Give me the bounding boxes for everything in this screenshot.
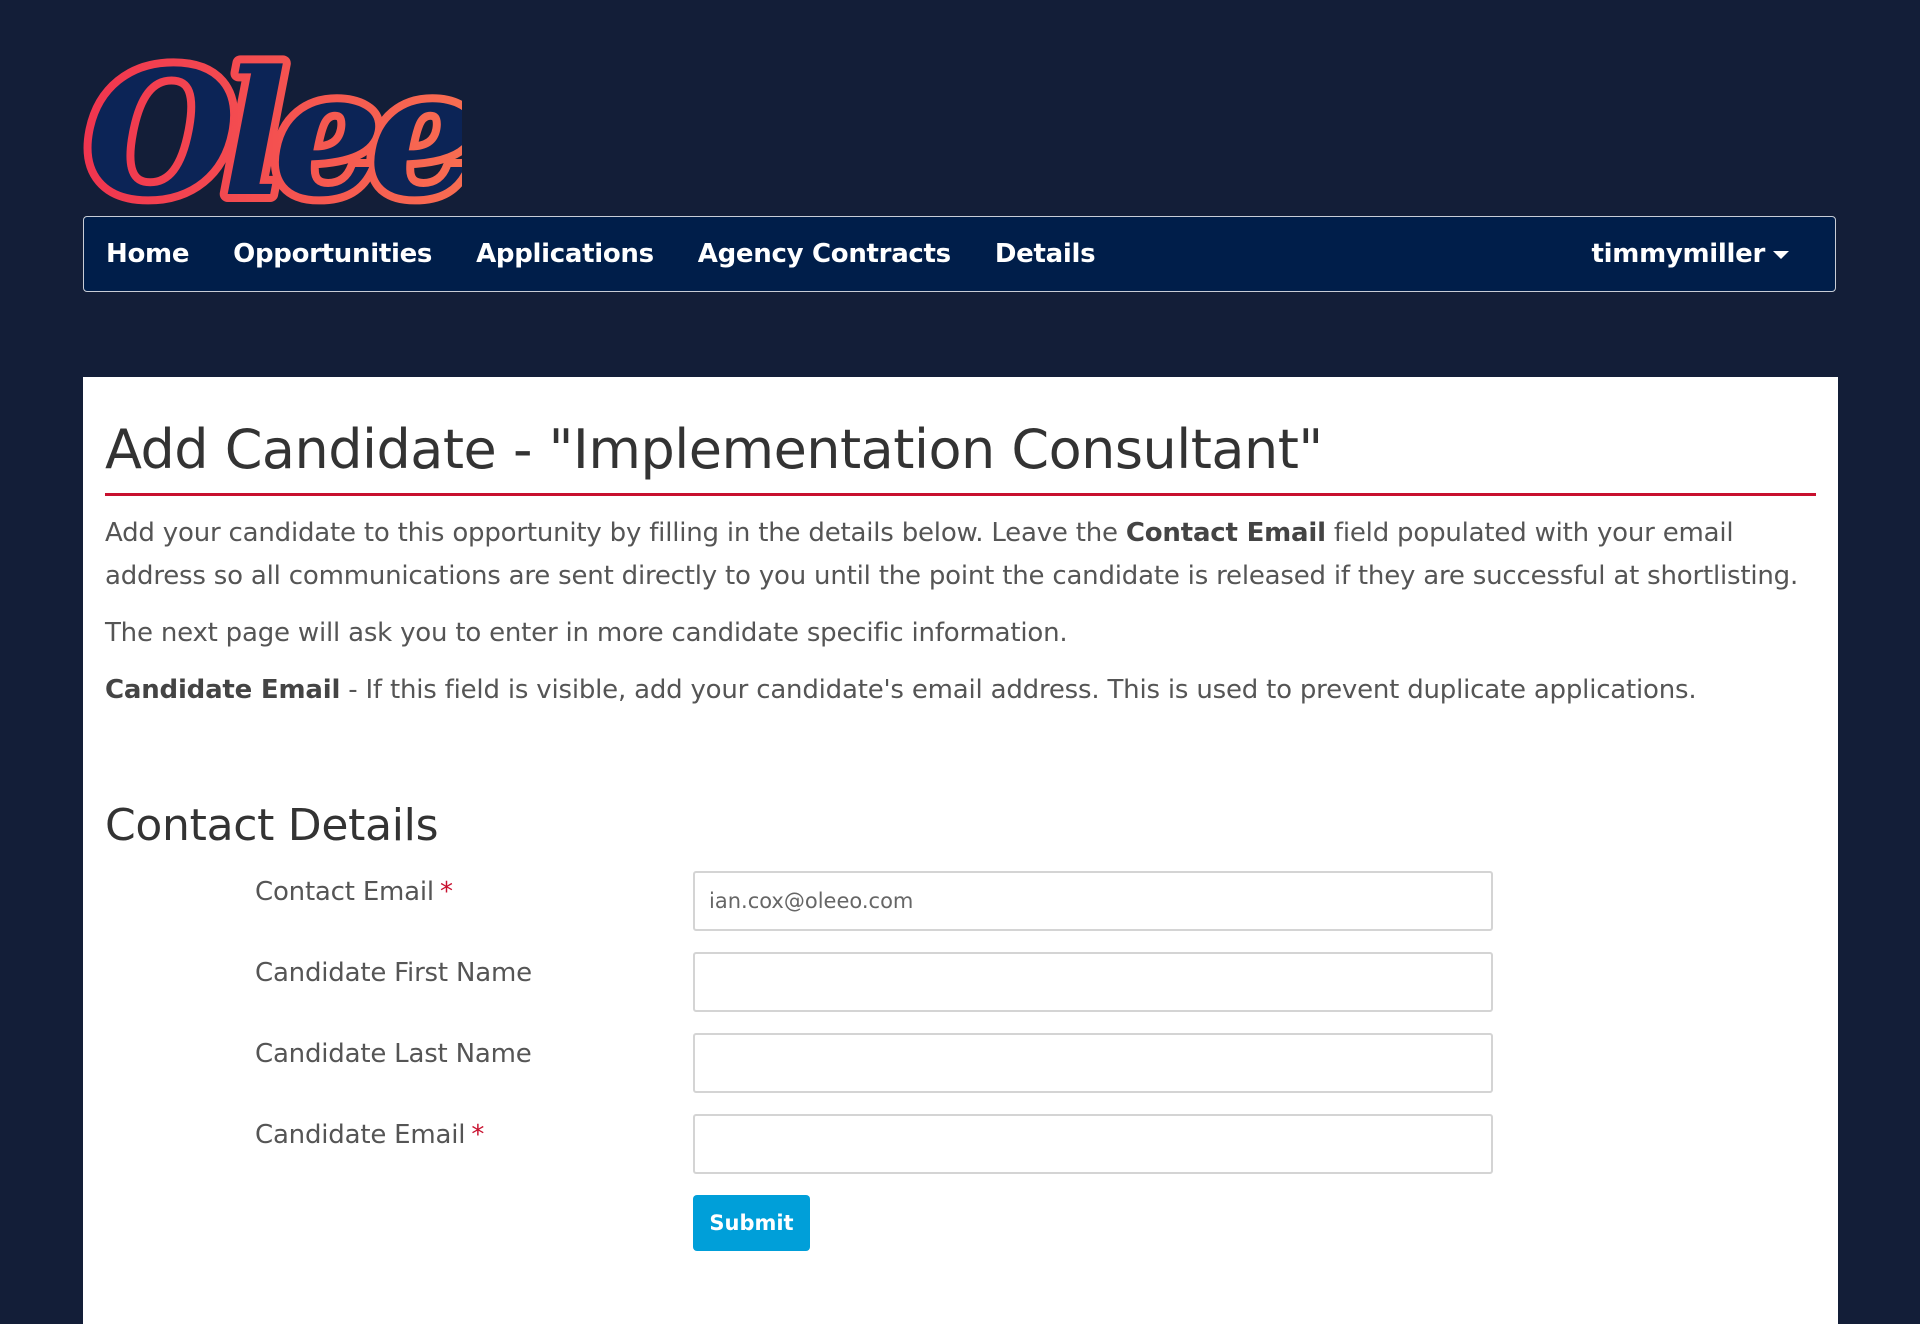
first-name-label: Candidate First Name [255, 958, 532, 989]
oleeo-logo[interactable]: Oleeo Oleeo [82, 52, 462, 212]
required-marker: * [439, 877, 453, 908]
intro-paragraph-3: Candidate Email - If this field is visib… [105, 675, 1697, 706]
user-menu-dropdown[interactable]: timmymiller [1592, 239, 1789, 269]
page: Oleeo Oleeo Home Opportunities Applicati… [0, 0, 1920, 1324]
last-name-row: Candidate Last Name [105, 1033, 1816, 1114]
submit-row: Submit [105, 1195, 1816, 1276]
submit-button[interactable]: Submit [693, 1195, 810, 1252]
candidate-email-label: Candidate Email * [255, 1120, 485, 1151]
main-navbar: Home Opportunities Applications Agency C… [83, 216, 1836, 292]
page-title: Add Candidate - "Implementation Consulta… [105, 418, 1816, 497]
nav-details[interactable]: Details [995, 239, 1096, 269]
svg-text:Oleeo: Oleeo [86, 52, 462, 212]
caret-down-icon [1773, 251, 1789, 259]
intro-paragraph-2: The next page will ask you to enter in m… [105, 618, 1068, 649]
nav-links: Home Opportunities Applications Agency C… [106, 239, 1139, 269]
contact-details-heading: Contact Details [105, 800, 439, 852]
first-name-row: Candidate First Name [105, 952, 1816, 1033]
nav-opportunities[interactable]: Opportunities [233, 239, 432, 269]
intro-paragraph-1: Add your candidate to this opportunity b… [105, 518, 1799, 592]
contact-email-field[interactable] [693, 871, 1493, 932]
first-name-field[interactable] [693, 952, 1493, 1013]
username-label: timmymiller [1591, 239, 1766, 269]
last-name-label: Candidate Last Name [255, 1039, 532, 1070]
contact-email-label: Contact Email * [255, 877, 453, 908]
nav-applications[interactable]: Applications [476, 239, 654, 269]
candidate-email-field[interactable] [693, 1114, 1493, 1175]
main-content: Add Candidate - "Implementation Consulta… [83, 377, 1838, 1324]
contact-email-row: Contact Email * [105, 871, 1816, 952]
nav-agency-contracts[interactable]: Agency Contracts [698, 239, 951, 269]
contact-details-form: Contact Email* Candidate First Name Cand… [105, 871, 1816, 1276]
nav-home[interactable]: Home [106, 239, 189, 269]
required-marker: * [471, 1120, 485, 1151]
intro-text: Add your candidate to this opportunity b… [105, 512, 1816, 712]
candidate-email-row: Candidate Email * [105, 1114, 1816, 1195]
last-name-field[interactable] [693, 1033, 1493, 1094]
